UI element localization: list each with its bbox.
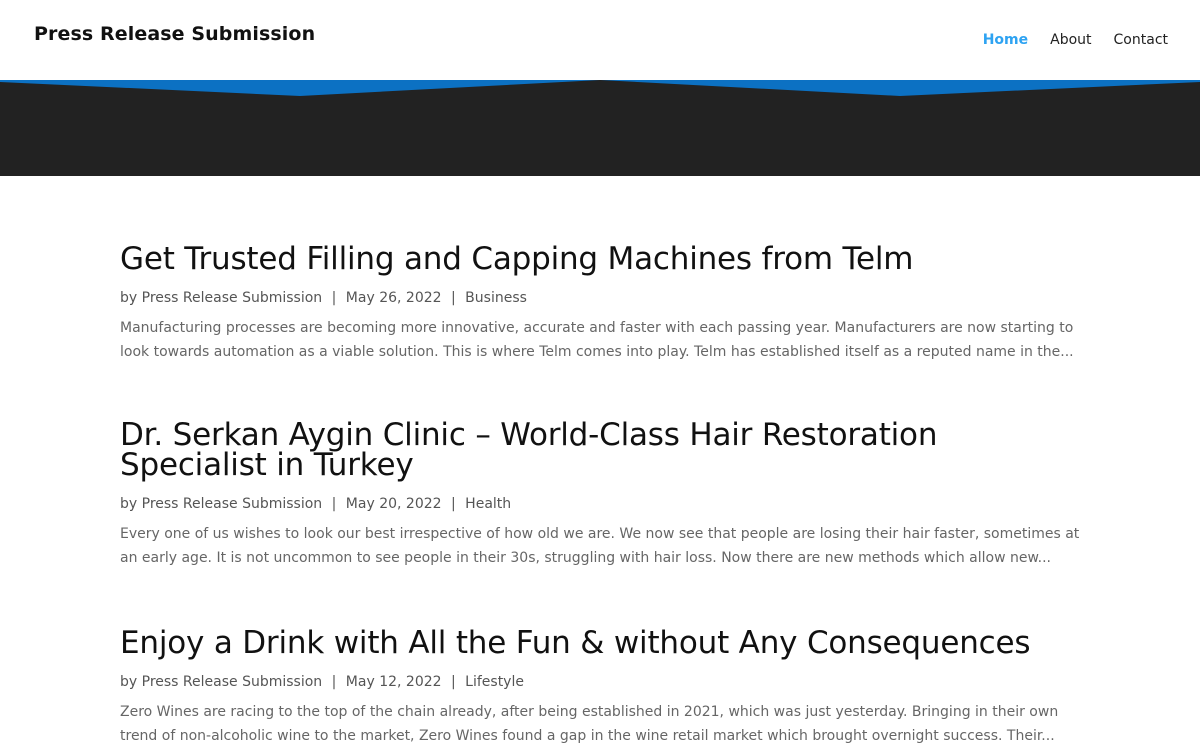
- post-list: Get Trusted Filling and Capping Machines…: [120, 244, 1084, 748]
- meta-separator: |: [451, 496, 456, 512]
- post-excerpt: Every one of us wishes to look our best …: [120, 526, 1080, 566]
- meta-by-label: by: [120, 674, 138, 690]
- main-nav: Home About Contact: [961, 30, 1168, 50]
- post-item: Dr. Serkan Aygin Clinic – World-Class Ha…: [120, 420, 1084, 628]
- meta-separator: |: [331, 674, 337, 690]
- hero-banner: [0, 80, 1200, 176]
- post-meta: by Press Release Submission | May 26, 20…: [120, 288, 1084, 308]
- meta-separator: |: [451, 290, 456, 306]
- category-link[interactable]: Health: [465, 496, 511, 512]
- post-meta: by Press Release Submission | May 20, 20…: [120, 494, 1084, 514]
- post-meta: by Press Release Submission | May 12, 20…: [120, 672, 1084, 692]
- nav-about-link[interactable]: About: [1050, 30, 1091, 50]
- post-excerpt: Zero Wines are racing to the top of the …: [120, 704, 1059, 744]
- post-item: Get Trusted Filling and Capping Machines…: [120, 244, 1084, 420]
- meta-separator: |: [451, 674, 456, 690]
- post-title-link[interactable]: Dr. Serkan Aygin Clinic – World-Class Ha…: [120, 420, 1084, 481]
- meta-by-label: by: [120, 496, 138, 512]
- meta-separator: |: [331, 290, 337, 306]
- author-link[interactable]: Press Release Submission: [142, 674, 323, 690]
- post-title-link[interactable]: Get Trusted Filling and Capping Machines…: [120, 244, 1084, 275]
- author-link[interactable]: Press Release Submission: [142, 496, 323, 512]
- author-link[interactable]: Press Release Submission: [142, 290, 323, 306]
- meta-separator: |: [331, 496, 337, 512]
- nav-contact-link[interactable]: Contact: [1114, 30, 1168, 50]
- category-link[interactable]: Business: [465, 290, 527, 306]
- site-header: Press Release Submission Home About Cont…: [0, 0, 1200, 80]
- post-date: May 20, 2022: [345, 496, 442, 512]
- nav-home-link[interactable]: Home: [983, 30, 1028, 50]
- post-date: May 12, 2022: [345, 674, 442, 690]
- post-item: Enjoy a Drink with All the Fun & without…: [120, 628, 1084, 748]
- post-date: May 26, 2022: [345, 290, 442, 306]
- banner-wave-divider: [0, 80, 1200, 96]
- site-title[interactable]: Press Release Submission: [34, 23, 315, 45]
- meta-by-label: by: [120, 290, 138, 306]
- post-excerpt: Manufacturing processes are becoming mor…: [120, 320, 1074, 360]
- category-link[interactable]: Lifestyle: [465, 674, 524, 690]
- post-title-link[interactable]: Enjoy a Drink with All the Fun & without…: [120, 628, 1084, 659]
